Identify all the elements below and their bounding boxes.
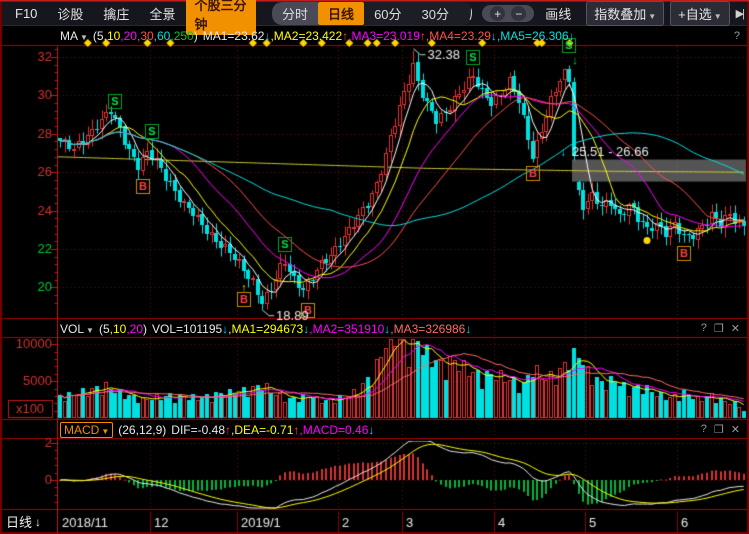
macd-values: DIF=-0.48↑,DEA=-0.71↑,MACD=0.46↓ (171, 423, 374, 437)
maximize-icon[interactable]: ❐ (714, 423, 724, 436)
info-item: 5 (103, 322, 110, 336)
period-tab-日线[interactable]: 日线 (318, 2, 364, 25)
volume-indicator-row: VOL▼ (5,10,20) VOL=101195↓,MA1=294673↓,M… (2, 320, 747, 337)
period-tab-周线[interactable]: 周线▼ (459, 2, 472, 25)
menu-qinzhuang[interactable]: 擒庄 (94, 2, 138, 25)
info-item: VOL=101195 (152, 322, 222, 336)
panel-icons: ? ❐ ✕ (701, 423, 747, 436)
period-tab-60分[interactable]: 60分 (364, 2, 411, 25)
vol-values: VOL=101195↓,MA1=294673↓,MA2=351910↓,MA3=… (152, 322, 471, 336)
info-item: ,60 (154, 29, 171, 43)
macd-indicator-row: MACD▼ (26,12,9) DIF=-0.48↑,DEA=-0.71↑,MA… (2, 421, 747, 438)
index-overlay-label: 指数叠加 (594, 7, 646, 22)
index-overlay-button[interactable]: 指数叠加▼ (586, 1, 664, 26)
info-item: ,MACD=0.46 (299, 423, 368, 437)
info-item: ,MA1=294673 (228, 322, 303, 336)
top-toolbar: F10 诊股 擒庄 全景 个股三分钟 分时日线60分30分周线▼ + − 画线 … (2, 2, 747, 26)
down-arrow-icon: ↓ (569, 29, 575, 43)
down-arrow-icon: ↓ (465, 322, 471, 336)
period-dropdown-button[interactable]: 日线 ↓ (6, 512, 41, 531)
chart-canvas[interactable] (0, 0, 749, 534)
vol-selector[interactable]: VOL▼ (60, 322, 94, 336)
info-item: ,MA3=326986 (390, 322, 465, 336)
collapse-panel-icon[interactable]: ▶| (736, 7, 743, 20)
info-item: ,30 (137, 29, 154, 43)
ma-selector[interactable]: MA▼ (60, 29, 88, 43)
panel-icons: ? (734, 30, 747, 42)
maximize-icon[interactable]: ❐ (714, 322, 724, 335)
macd-params: (26,12,9) (118, 423, 166, 437)
macd-selector[interactable]: MACD▼ (60, 422, 113, 438)
chevron-down-icon: ▼ (101, 427, 109, 436)
trading-app-window: F10 诊股 擒庄 全景 个股三分钟 分时日线60分30分周线▼ + − 画线 … (0, 0, 749, 534)
menu-f10[interactable]: F10 (6, 4, 46, 23)
zoom-out-button[interactable]: − (511, 6, 526, 21)
info-item: MA1=23.62 (203, 29, 265, 43)
period-tab-分时[interactable]: 分时 (272, 2, 318, 25)
toolbar-right-group: 画线 指数叠加▼ +自选▼ ▶| (536, 1, 743, 26)
zoom-in-button[interactable]: + (490, 6, 505, 21)
period-label: 日线 (6, 512, 32, 531)
ma-indicator-row: MA▼ (5,10,20,30,60,250) MA1=23.62 ↓ ,MA2=2… (2, 27, 747, 44)
menu-quanjing[interactable]: 全景 (140, 2, 184, 25)
chevron-down-icon: ▼ (714, 12, 722, 21)
info-item: ,10 (110, 322, 127, 336)
info-item: ,20 (120, 29, 137, 43)
menu-zhengu[interactable]: 诊股 (48, 2, 92, 25)
info-item: ,MA5=26.306 (497, 29, 569, 43)
info-item: ) (194, 29, 198, 43)
arrow-down-icon: ↓ (35, 515, 41, 529)
chevron-down-icon: ▼ (80, 33, 88, 42)
vol-params: (5,10,20) (99, 322, 147, 336)
help-icon[interactable]: ? (701, 423, 707, 436)
close-icon[interactable]: ✕ (731, 322, 740, 335)
info-item: ,DEA=-0.71 (231, 423, 293, 437)
help-icon[interactable]: ? (701, 322, 707, 335)
zoom-control: + − (482, 5, 534, 22)
info-item: 5 (97, 29, 104, 43)
period-tab-30分[interactable]: 30分 (412, 2, 459, 25)
chevron-down-icon: ▼ (648, 12, 656, 21)
help-icon[interactable]: ? (734, 30, 740, 42)
info-item: DIF=-0.48 (171, 423, 225, 437)
info-item: ) (143, 322, 147, 336)
ma-params: (5,10,20,30,60,250) (93, 29, 198, 43)
info-item: ,MA4=23.29 (426, 29, 491, 43)
info-item: ,MA2=23.422 (270, 29, 342, 43)
down-arrow-icon: ↓ (368, 423, 374, 437)
info-item: ,MA3=23.019 (348, 29, 420, 43)
chevron-down-icon: ▼ (86, 326, 94, 335)
info-item: ,MA2=351910 (309, 322, 384, 336)
close-icon[interactable]: ✕ (731, 423, 740, 436)
info-item: ,20 (126, 322, 143, 336)
add-favorite-button[interactable]: +自选▼ (670, 1, 730, 26)
add-favorite-label: +自选 (678, 7, 712, 22)
period-tab-group: 分时日线60分30分周线▼ (272, 2, 472, 25)
ma-values: MA1=23.62↓,MA2=23.422↑,MA3=23.019↑,MA4=2… (203, 29, 575, 43)
info-item: ,10 (104, 29, 121, 43)
draw-line-button[interactable]: 画线 (536, 2, 580, 25)
info-item: ,250 (170, 29, 193, 43)
panel-icons: ? ❐ ✕ (701, 322, 747, 335)
